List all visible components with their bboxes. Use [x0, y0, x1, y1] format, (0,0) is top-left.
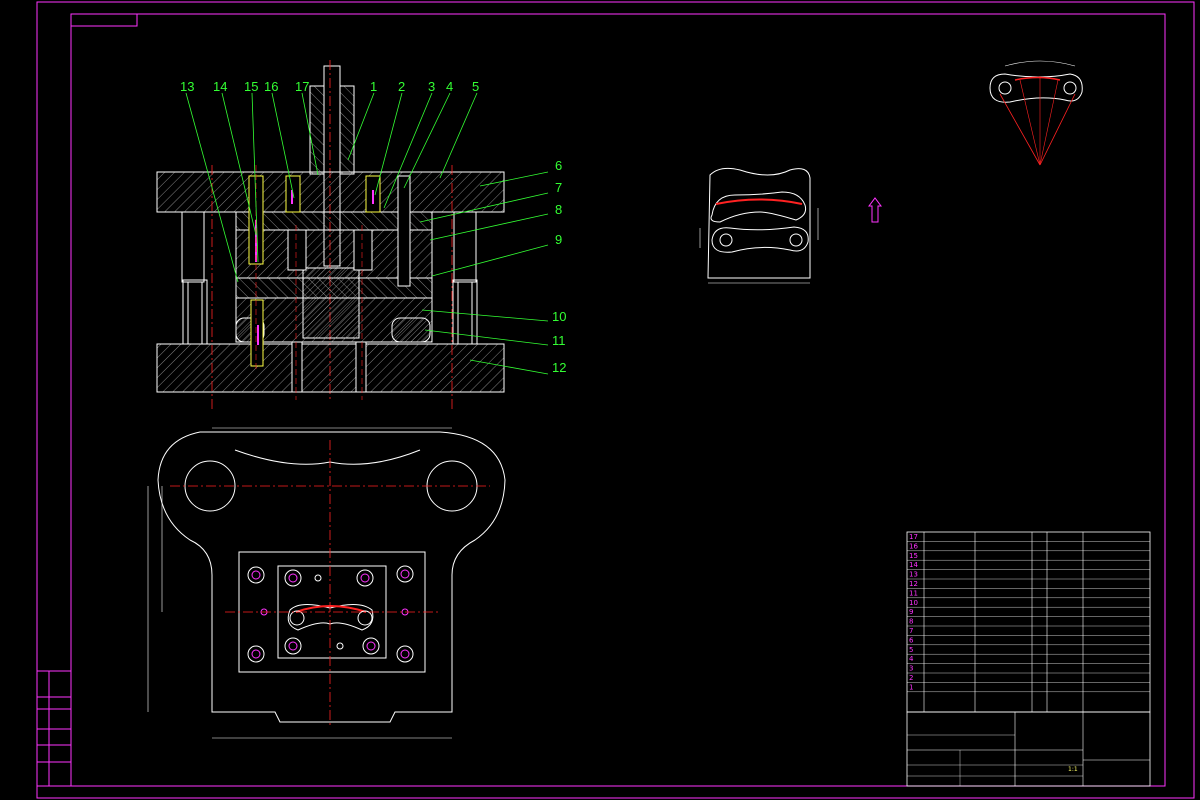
bom-row-number: 6: [909, 636, 914, 644]
bom-row-number: 9: [909, 608, 913, 616]
balloon-16: 16: [264, 79, 278, 94]
balloon-7: 7: [555, 180, 562, 195]
balloon-1: 1: [370, 79, 377, 94]
bom-row-number: 2: [909, 674, 913, 682]
bom-row-number: 17: [909, 533, 918, 541]
balloon-15: 15: [244, 79, 258, 94]
balloon-14: 14: [213, 79, 227, 94]
bom-row-number: 11: [909, 589, 918, 597]
workpiece-detail: [989, 60, 1083, 166]
bom-row-number: 16: [909, 542, 918, 550]
balloon-9: 9: [555, 232, 562, 247]
die-assembly-drawing: 13 14 15 16 17 1 2 3 4 5 6 7 8 9 10 11 1…: [36, 1, 1195, 799]
title-block: 1:1: [906, 711, 1151, 787]
binding-strip: [36, 670, 72, 787]
bom-row-number: 7: [909, 627, 913, 635]
bill-of-materials: 1716 1514 131211 109 876 54 321: [906, 531, 1151, 713]
balloon-2: 2: [398, 79, 405, 94]
balloon-13: 13: [180, 79, 194, 94]
balloon-12: 12: [552, 360, 566, 375]
bom-row-number: 5: [909, 646, 913, 654]
plan-view: [147, 427, 506, 739]
balloon-11: 11: [552, 333, 566, 348]
bom-row-number: 4: [909, 655, 914, 663]
bom-row-number: 15: [909, 552, 918, 560]
bom-row-number: 3: [909, 665, 913, 673]
balloon-8: 8: [555, 202, 562, 217]
part-view: [699, 167, 882, 284]
scale-value: 1:1: [1068, 766, 1078, 773]
balloon-5: 5: [472, 79, 479, 94]
bom-row-number: 13: [909, 571, 918, 579]
bom-row-number: 8: [909, 618, 913, 626]
bom-row-number: 10: [909, 599, 918, 607]
balloon-4: 4: [446, 79, 453, 94]
bom-row-number: 12: [909, 580, 918, 588]
balloon-6: 6: [555, 158, 562, 173]
bom-row-number: 14: [909, 561, 918, 569]
balloon-17: 17: [295, 79, 309, 94]
bom-row-number: 1: [909, 683, 913, 691]
balloon-3: 3: [428, 79, 435, 94]
balloon-10: 10: [552, 309, 566, 324]
sheet-border: [36, 1, 1195, 799]
